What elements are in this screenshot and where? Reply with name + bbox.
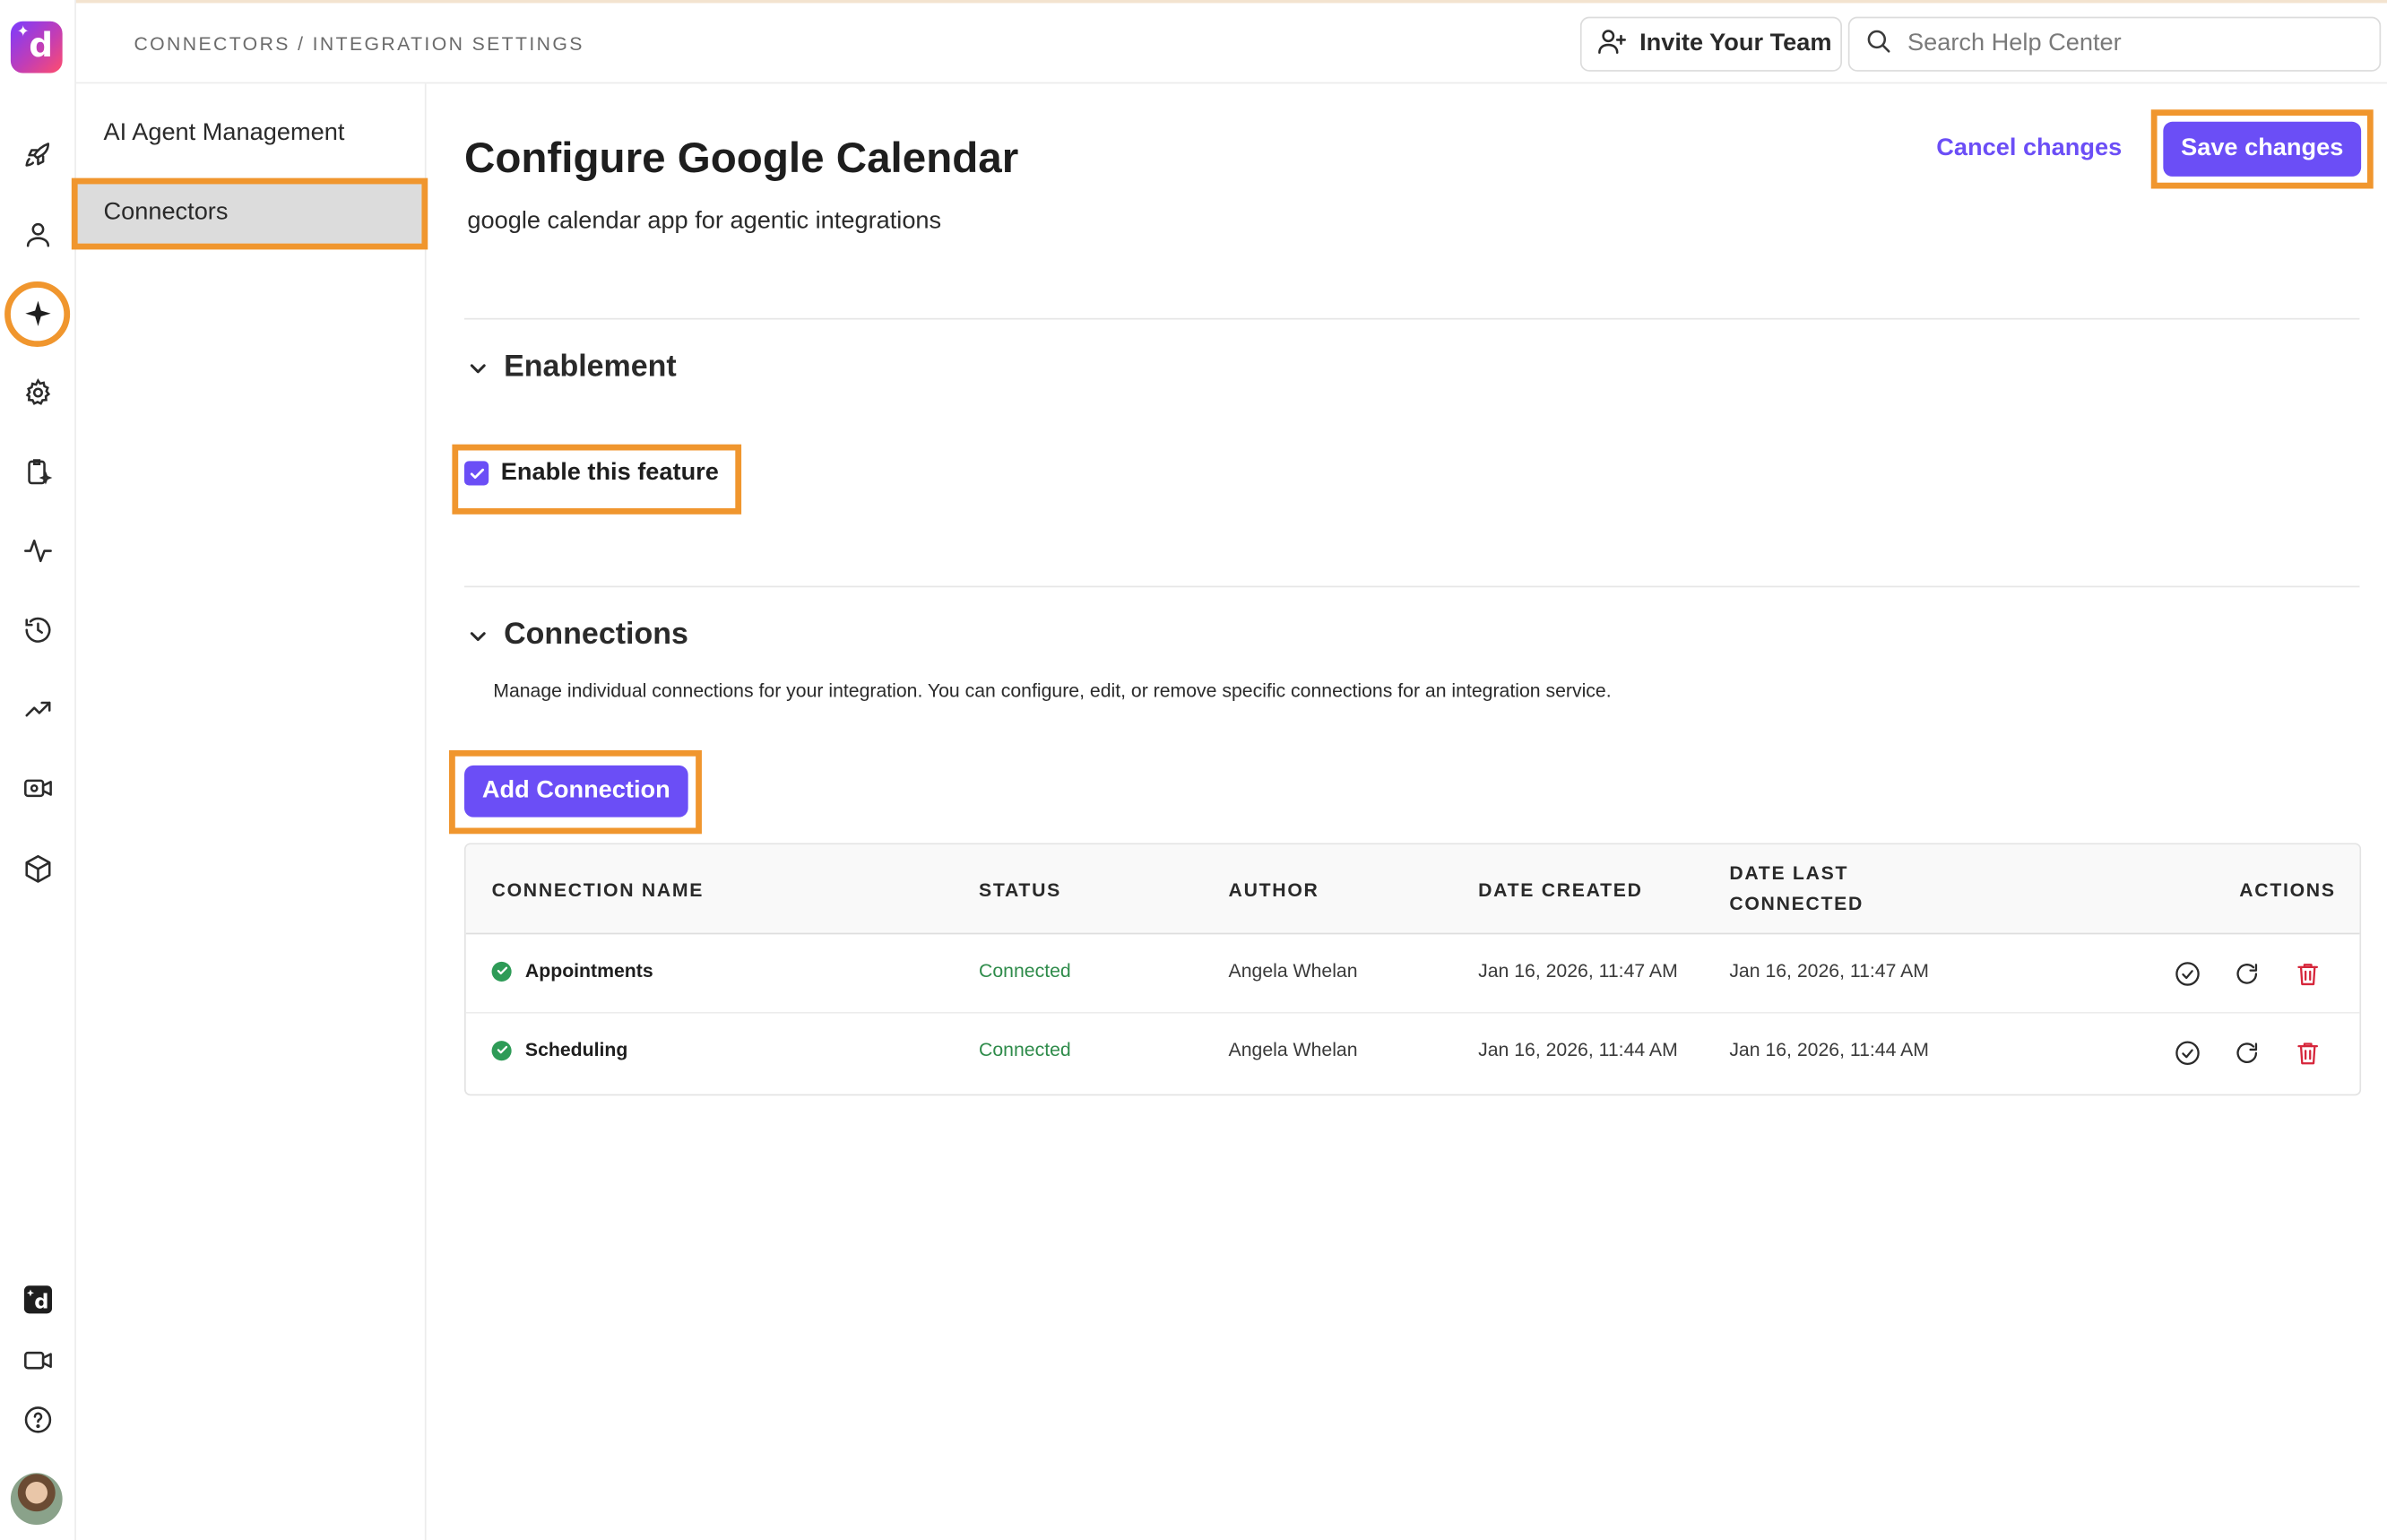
chevron-down-icon — [467, 357, 489, 378]
connections-table: CONNECTION NAME STATUS AUTHOR DATE CREAT… — [463, 843, 2362, 1096]
column-header: CONNECTION NAME — [491, 879, 705, 901]
enable-feature-checkbox[interactable]: Enable this feature — [463, 459, 719, 488]
help-icon[interactable] — [20, 1402, 56, 1439]
page-title: Configure Google Calendar — [463, 134, 1019, 182]
video-settings-icon[interactable] — [20, 770, 56, 807]
date-created-cell: Jan 16, 2026, 11:44 AM — [1478, 1039, 1678, 1061]
connection-name-cell: Appointments — [491, 960, 653, 982]
connections-section-toggle[interactable]: Connections — [467, 618, 688, 653]
delete-icon[interactable] — [2291, 1036, 2324, 1069]
checkbox-checked-icon[interactable] — [463, 461, 489, 486]
connection-name: Scheduling — [524, 1039, 628, 1061]
gear-icon[interactable] — [20, 375, 56, 411]
svg-text:d: d — [34, 1291, 48, 1314]
test-connection-icon[interactable] — [2171, 957, 2204, 991]
app-logo-icon[interactable]: ✦ d — [10, 21, 63, 74]
clipboard-sparkle-icon[interactable] — [20, 454, 56, 490]
invite-team-label: Invite Your Team — [1639, 30, 1832, 56]
icon-rail: ✦ d d — [0, 0, 76, 1540]
delete-icon[interactable] — [2291, 957, 2324, 991]
top-bar: CONNECTORS / INTEGRATION SETTINGS Invite… — [75, 0, 2387, 84]
history-icon[interactable] — [20, 611, 56, 648]
connected-check-icon — [491, 961, 512, 982]
status-text: Connected — [979, 1039, 1071, 1061]
table-row: Scheduling Connected Angela Whelan Jan 1… — [466, 1014, 2360, 1093]
save-changes-button[interactable]: Save changes — [2163, 121, 2362, 177]
author-cell: Angela Whelan — [1228, 960, 1358, 982]
enablement-section-toggle[interactable]: Enablement — [467, 350, 677, 385]
cube-icon[interactable] — [20, 851, 56, 887]
status-text: Connected — [979, 960, 1071, 982]
chevron-down-icon — [467, 625, 489, 646]
search-box — [1847, 16, 2382, 72]
date-created-cell: Jan 16, 2026, 11:47 AM — [1478, 960, 1678, 982]
video-icon[interactable] — [20, 1342, 56, 1379]
app-window: ✦ d d CONNECTORS / INTEGRATION SETTINGS … — [0, 0, 2387, 1540]
connected-check-icon — [491, 1040, 512, 1060]
column-header: AUTHOR — [1228, 879, 1319, 901]
logo-letter-icon: d — [29, 27, 54, 65]
section-title: Enablement — [504, 350, 677, 384]
cancel-changes-button[interactable]: Cancel changes — [1936, 135, 2122, 163]
connection-name-cell: Scheduling — [491, 1039, 628, 1061]
sidebar-item-label: Connectors — [103, 199, 229, 226]
author-cell: Angela Whelan — [1228, 1039, 1358, 1061]
sidebar-item-connectors[interactable]: Connectors — [75, 182, 425, 244]
add-connection-button[interactable]: Add Connection — [463, 765, 688, 818]
sidebar-item-label: AI Agent Management — [103, 120, 345, 146]
date-last-connected-cell: Jan 16, 2026, 11:47 AM — [1729, 960, 1930, 982]
page-description: google calendar app for agentic integrat… — [467, 208, 942, 235]
app-logo-icon[interactable]: d — [20, 1281, 56, 1318]
add-user-icon — [1597, 25, 1628, 63]
settings-sidebar: AI Agent Management Connectors — [75, 83, 427, 1540]
section-title: Connections — [504, 618, 688, 652]
divider — [463, 317, 2360, 320]
breadcrumb: CONNECTORS / INTEGRATION SETTINGS — [134, 33, 584, 56]
checkbox-label: Enable this feature — [500, 459, 719, 486]
refresh-icon[interactable] — [2230, 1036, 2263, 1069]
sparkle-icon[interactable] — [20, 295, 56, 332]
column-header: ACTIONS — [2239, 879, 2336, 901]
trend-up-icon[interactable] — [20, 691, 56, 728]
connection-name: Appointments — [524, 960, 653, 982]
search-icon — [1864, 27, 1892, 62]
connections-description: Manage individual connections for your i… — [493, 679, 1612, 702]
search-input[interactable] — [1907, 30, 2349, 58]
sidebar-item-ai-agent-management[interactable]: AI Agent Management — [76, 103, 425, 164]
main-content: Configure Google Calendar google calenda… — [427, 83, 2387, 1540]
refresh-icon[interactable] — [2230, 957, 2263, 991]
column-header: DATE LAST CONNECTED — [1729, 862, 1864, 915]
user-icon[interactable] — [20, 216, 56, 253]
activity-icon[interactable] — [20, 532, 56, 569]
avatar[interactable] — [10, 1473, 63, 1526]
test-connection-icon[interactable] — [2171, 1036, 2204, 1069]
logo-sparkle-icon: ✦ — [16, 24, 30, 41]
rocket-icon[interactable] — [20, 137, 56, 174]
column-header: STATUS — [979, 879, 1062, 901]
date-last-connected-cell: Jan 16, 2026, 11:44 AM — [1729, 1039, 1930, 1061]
invite-team-button[interactable]: Invite Your Team — [1579, 16, 1842, 72]
divider — [463, 585, 2360, 588]
table-header: CONNECTION NAME STATUS AUTHOR DATE CREAT… — [465, 844, 2360, 935]
column-header: DATE CREATED — [1478, 879, 1643, 901]
table-row: Appointments Connected Angela Whelan Jan… — [465, 934, 2360, 1014]
